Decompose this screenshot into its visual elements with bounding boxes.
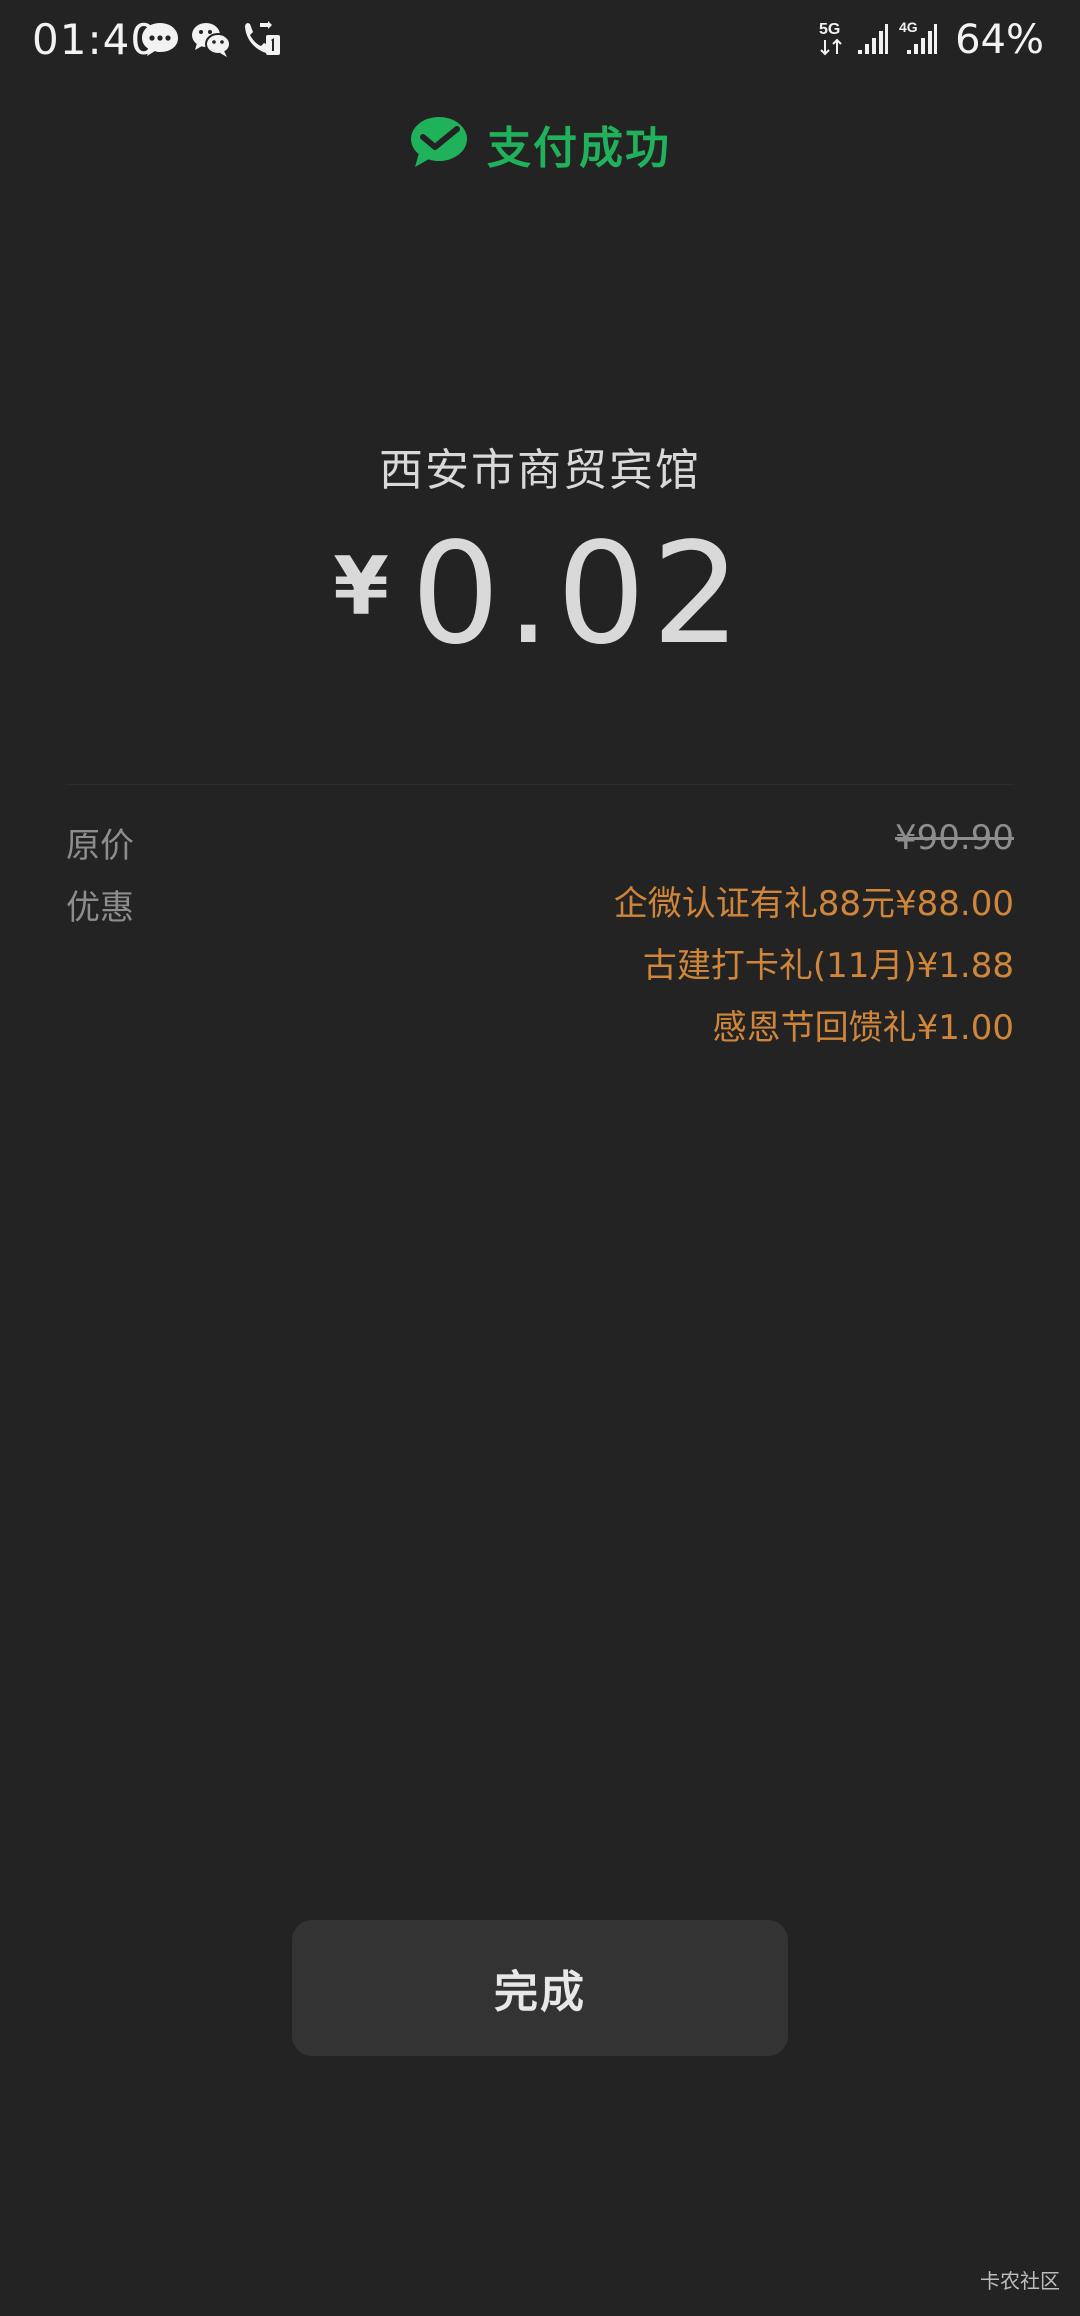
discount-row: 优惠 [66,880,266,932]
done-button-label: 完成 [494,1967,586,2018]
battery-level: 64% [955,17,1044,63]
currency-symbol: ¥ [333,540,389,633]
status-left-icons [140,18,282,64]
network-4g-text: 4G [899,19,918,35]
payment-amount: ¥ 0.02 [0,520,1080,670]
done-button[interactable]: 完成 [292,1920,788,2056]
signal-4g-icon: 4G [899,18,939,62]
wechat-icon [190,19,232,63]
watermark: 卡农社区 [980,2269,1060,2293]
status-bar: 01:40 5G 4G 64% [0,0,1080,80]
call-sim1-icon [242,19,282,63]
original-price-row: 原价 ¥90.90 [66,818,1014,870]
discount-item: 感恩节回馈礼¥1.00 [712,1008,1014,1048]
status-right: 5G 4G 64% [817,12,1044,68]
amount-value: 0.02 [410,513,747,676]
discount-label: 优惠 [66,888,134,928]
success-title: 支付成功 [487,123,671,174]
signal-icon [857,18,889,62]
discount-list: 企微认证有礼88元¥88.00 古建打卡礼(11月)¥1.88 感恩节回馈礼¥1… [614,880,1014,1052]
payment-success-header: 支付成功 [0,112,1080,176]
network-5g-text: 5G [819,21,840,38]
divider [66,784,1014,785]
message-icon [140,19,180,63]
original-price-label: 原价 [66,826,134,866]
discount-item: 企微认证有礼88元¥88.00 [613,884,1014,924]
original-price-value: ¥90.90 [895,818,1014,858]
merchant-name: 西安市商贸宾馆 [379,445,701,496]
discount-item: 古建打卡礼(11月)¥1.88 [642,946,1014,986]
network-5g-icon: 5G [817,18,847,62]
wechat-pay-check-icon [409,115,469,173]
